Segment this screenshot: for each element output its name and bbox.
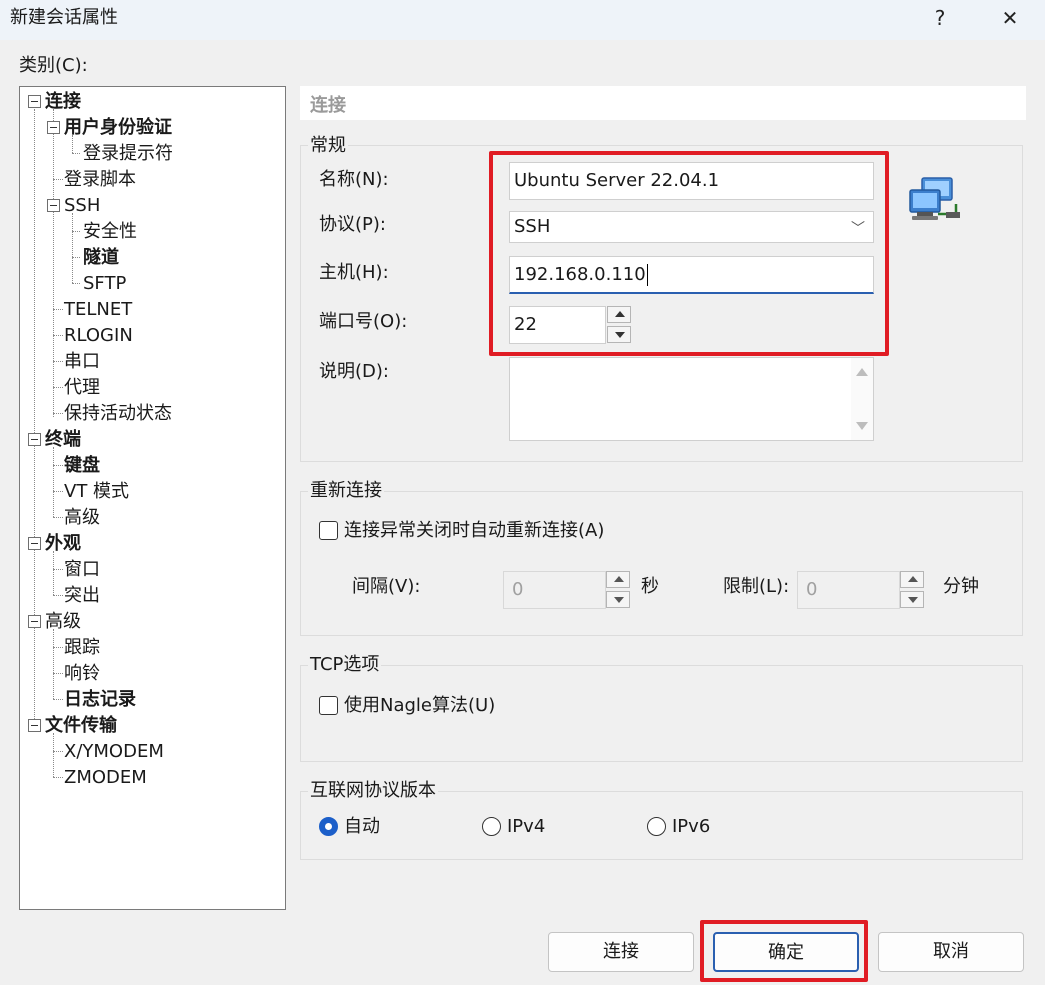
tree-item-highlight[interactable]: 突出 (64, 583, 100, 609)
radio-auto[interactable] (319, 817, 338, 836)
network-sessions-icon (909, 177, 960, 220)
limit-unit: 分钟 (943, 576, 979, 597)
scroll-down-icon[interactable] (856, 422, 868, 430)
section-title: 连接 (310, 95, 346, 116)
tree-item-bell[interactable]: 响铃 (64, 661, 100, 687)
limit-label: 限制(L): (723, 576, 790, 597)
help-button[interactable]: ? (910, 0, 970, 36)
tree-item-login-prompt[interactable]: 登录提示符 (83, 141, 173, 167)
collapse-icon[interactable] (28, 95, 41, 108)
interval-label: 间隔(V): (352, 576, 421, 597)
tree-item-xymodem[interactable]: X/YMODEM (64, 739, 164, 765)
nagle-label: 使用Nagle算法(U) (344, 695, 496, 716)
cancel-button[interactable]: 取消 (878, 932, 1024, 972)
window-title: 新建会话属性 (10, 7, 118, 28)
reconnect-group (300, 491, 1023, 636)
tree-item-trace[interactable]: 跟踪 (64, 635, 100, 661)
tree-item-ssh[interactable]: SSH (64, 193, 100, 219)
tree-item-authentication[interactable]: 用户身份验证 (64, 115, 172, 141)
collapse-icon[interactable] (47, 121, 60, 134)
tree-item-telnet[interactable]: TELNET (64, 297, 132, 323)
ok-highlight-box (700, 920, 868, 982)
tree-item-login-script[interactable]: 登录脚本 (64, 167, 136, 193)
help-icon: ? (934, 6, 946, 30)
collapse-icon[interactable] (47, 199, 60, 212)
tree-item-terminal-advanced[interactable]: 高级 (64, 505, 100, 531)
interval-spin-down-icon[interactable] (606, 591, 630, 608)
tree-item-proxy[interactable]: 代理 (64, 375, 100, 401)
description-scrollbar[interactable] (851, 358, 873, 440)
tree-item-rlogin[interactable]: RLOGIN (64, 323, 133, 349)
ip-version-group-title: 互联网协议版本 (308, 780, 438, 802)
category-label: 类别(C): (19, 55, 88, 76)
tree-item-keepalive[interactable]: 保持活动状态 (64, 401, 172, 427)
title-bar (0, 0, 1045, 40)
general-group-title: 常规 (308, 135, 348, 157)
tree-item-security[interactable]: 安全性 (83, 219, 137, 245)
tree-item-tunnel[interactable]: 隧道 (83, 245, 119, 271)
host-label: 主机(H): (319, 262, 389, 283)
protocol-label: 协议(P): (319, 214, 386, 235)
tree-item-vt-mode[interactable]: VT 模式 (64, 479, 129, 505)
port-label: 端口号(O): (319, 311, 408, 332)
tree-item-file-transfer[interactable]: 文件传输 (45, 713, 117, 739)
radio-auto-label: 自动 (344, 816, 380, 837)
interval-field[interactable]: 0 (503, 571, 606, 609)
close-icon: ✕ (1001, 6, 1019, 30)
interval-unit: 秒 (641, 576, 659, 597)
collapse-icon[interactable] (28, 615, 41, 628)
close-button[interactable]: ✕ (980, 0, 1040, 36)
auto-reconnect-label: 连接异常关闭时自动重新连接(A) (344, 520, 605, 541)
name-label: 名称(N): (319, 169, 389, 190)
section-header: 连接 (300, 86, 1026, 120)
tree-item-serial[interactable]: 串口 (64, 349, 100, 375)
collapse-icon[interactable] (28, 433, 41, 446)
tree-item-window[interactable]: 窗口 (64, 557, 100, 583)
radio-ipv6[interactable] (647, 817, 666, 836)
collapse-icon[interactable] (28, 537, 41, 550)
interval-spin-up-icon[interactable] (606, 571, 630, 588)
reconnect-group-title: 重新连接 (308, 480, 384, 502)
connect-button[interactable]: 连接 (548, 932, 694, 972)
nagle-checkbox[interactable] (319, 696, 338, 715)
highlight-box (489, 151, 889, 356)
tree-item-sftp[interactable]: SFTP (83, 271, 126, 297)
limit-spin-up-icon[interactable] (900, 571, 924, 588)
description-field[interactable] (509, 357, 874, 441)
category-tree[interactable]: 连接 用户身份验证 登录提示符 登录脚本 SSH 安全性 隧道 SFTP TEL… (19, 86, 286, 910)
collapse-icon[interactable] (28, 719, 41, 732)
tree-item-appearance[interactable]: 外观 (45, 531, 81, 557)
tree-item-logging[interactable]: 日志记录 (64, 687, 136, 713)
tree-item-zmodem[interactable]: ZMODEM (64, 765, 147, 791)
limit-spin-down-icon[interactable] (900, 591, 924, 608)
radio-ipv6-label: IPv6 (672, 816, 711, 837)
limit-field[interactable]: 0 (797, 571, 900, 609)
tree-item-keyboard[interactable]: 键盘 (64, 453, 100, 479)
auto-reconnect-checkbox[interactable] (319, 521, 338, 540)
tree-item-advanced[interactable]: 高级 (45, 609, 81, 635)
tree-item-terminal[interactable]: 终端 (45, 427, 81, 453)
scroll-up-icon[interactable] (856, 368, 868, 376)
radio-ipv4-label: IPv4 (507, 816, 546, 837)
description-label: 说明(D): (319, 361, 389, 382)
radio-ipv4[interactable] (482, 817, 501, 836)
tcp-group-title: TCP选项 (308, 654, 382, 676)
tree-item-connection[interactable]: 连接 (45, 89, 81, 115)
